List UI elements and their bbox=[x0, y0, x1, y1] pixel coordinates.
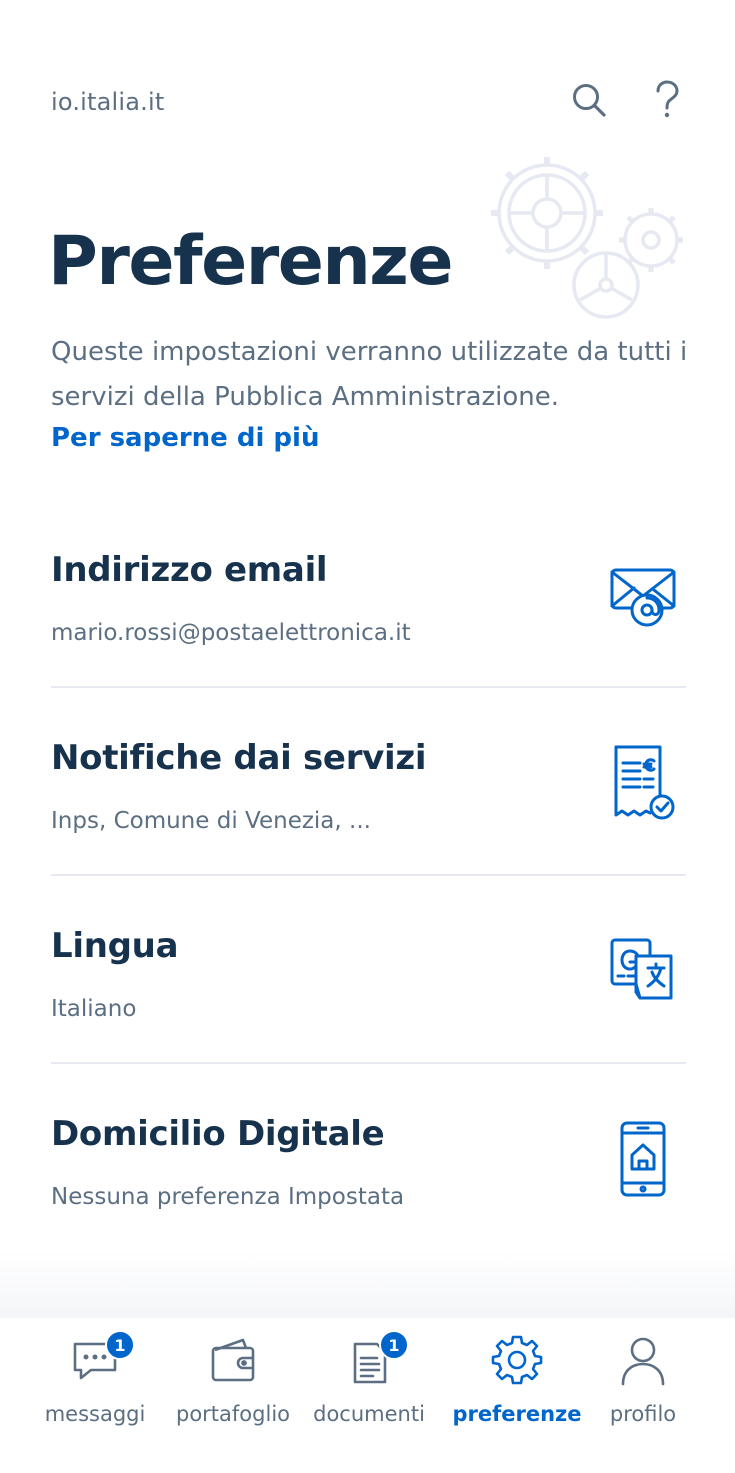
tab-label: messaggi bbox=[44, 1402, 146, 1426]
preference-title: Notifiche dai servizi bbox=[51, 738, 427, 778]
preference-title: Domicilio Digitale bbox=[51, 1114, 385, 1154]
preference-item-notifications[interactable]: Notifiche dai servizi Inps, Comune di Ve… bbox=[51, 688, 686, 876]
receipt-check-icon bbox=[614, 745, 675, 820]
preference-value: Inps, Comune di Venezia, ... bbox=[51, 808, 371, 834]
preference-value: Nessuna preferenza Impostata bbox=[51, 1184, 405, 1210]
search-button[interactable] bbox=[567, 78, 611, 122]
preferences-list: Indirizzo email mario.rossi@postaelettro… bbox=[51, 500, 686, 1252]
page-subtitle: Queste impostazioni verranno utilizzate … bbox=[51, 337, 688, 412]
learn-more-link[interactable]: Per saperne di più bbox=[51, 423, 319, 453]
profile-icon bbox=[621, 1337, 665, 1386]
tab-portafoglio[interactable]: portafoglio bbox=[176, 1332, 291, 1452]
translate-icon bbox=[610, 938, 673, 1000]
page-title: Preferenze bbox=[48, 222, 453, 301]
tab-icon-wrapper bbox=[615, 1332, 671, 1388]
tab-label: portafoglio bbox=[176, 1402, 291, 1426]
help-button[interactable] bbox=[645, 78, 689, 122]
help-icon bbox=[656, 80, 679, 118]
preference-title: Indirizzo email bbox=[51, 550, 328, 590]
preference-item-digital-domicile[interactable]: Domicilio Digitale Nessuna preferenza Im… bbox=[51, 1064, 686, 1252]
tab-messaggi[interactable]: 1 messaggi bbox=[40, 1330, 150, 1452]
unread-badge: 1 bbox=[105, 1330, 135, 1360]
email-icon bbox=[610, 568, 676, 627]
preference-item-language[interactable]: Lingua Italiano bbox=[51, 876, 686, 1064]
preference-item-email[interactable]: Indirizzo email mario.rossi@postaelettro… bbox=[51, 500, 686, 688]
tab-label: preferenze bbox=[452, 1402, 582, 1426]
preference-value: Italiano bbox=[51, 996, 137, 1022]
tab-icon-wrapper bbox=[489, 1332, 545, 1388]
brand-label: io.italia.it bbox=[51, 88, 165, 116]
tab-icon-wrapper: 1 bbox=[341, 1330, 409, 1388]
tab-preferenze[interactable]: preferenze bbox=[452, 1332, 582, 1452]
tabbar-shadow bbox=[0, 1250, 735, 1320]
wallet-icon bbox=[211, 1338, 255, 1382]
tab-profilo[interactable]: profilo bbox=[598, 1332, 688, 1452]
search-icon bbox=[573, 84, 606, 117]
preference-value: mario.rossi@postaelettronica.it bbox=[51, 620, 411, 646]
tab-icon-wrapper: 1 bbox=[67, 1330, 135, 1388]
tab-label: profilo bbox=[609, 1402, 677, 1426]
gears-illustration bbox=[491, 157, 683, 319]
gear-icon bbox=[491, 1335, 543, 1385]
preference-title: Lingua bbox=[51, 926, 179, 966]
bottom-tab-bar: 1 messaggi portafoglio 1 documenti prefe… bbox=[0, 1318, 735, 1473]
tab-documenti[interactable]: 1 documenti bbox=[313, 1330, 425, 1452]
smartphone-home-icon bbox=[620, 1121, 666, 1197]
tab-icon-wrapper bbox=[205, 1332, 261, 1388]
unread-badge: 1 bbox=[379, 1330, 409, 1360]
tab-label: documenti bbox=[313, 1402, 425, 1426]
